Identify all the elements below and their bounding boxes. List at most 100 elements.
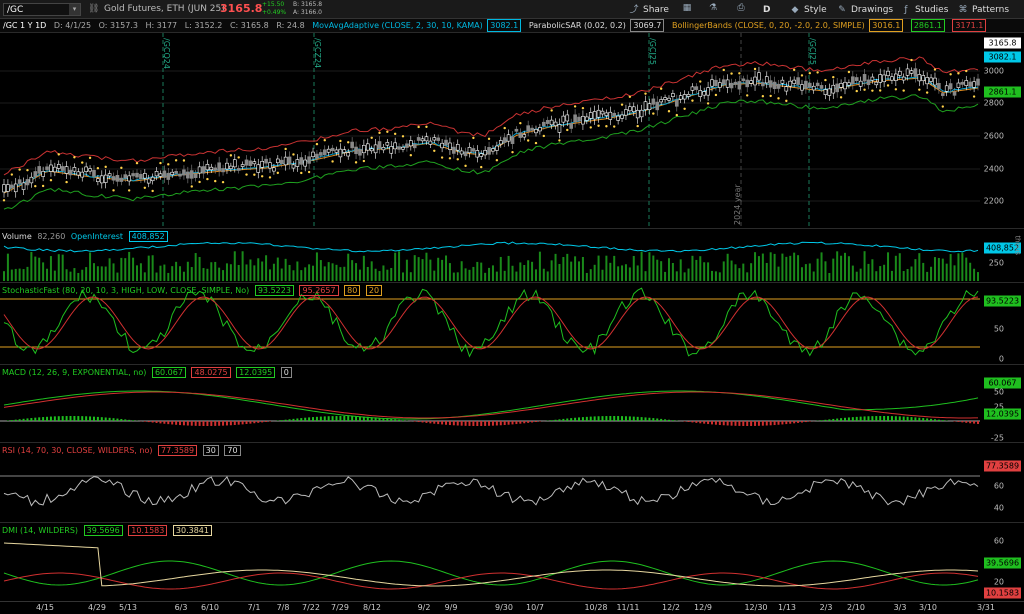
psar-study-label[interactable]: ParabolicSAR (0.02, 0.2) <box>529 21 626 30</box>
macd-histogram-bar <box>636 416 639 421</box>
rsi-pane[interactable]: RSI (14, 70, 30, CLOSE, WILDERS, no) 77.… <box>0 442 1024 522</box>
style-button[interactable]: ◆ Style <box>789 2 827 17</box>
volume-bar <box>128 251 131 281</box>
date-tick: 9/9 <box>444 603 458 612</box>
volume-bar <box>840 255 843 281</box>
macd-histogram-bar <box>918 417 921 421</box>
studies-button[interactable]: ƒ Studies <box>900 2 948 17</box>
parabolic-sar-dot <box>292 153 295 156</box>
volume-bar <box>601 269 604 281</box>
macd-histogram-bar <box>527 421 530 423</box>
macd-label[interactable]: MACD (12, 26, 9, EXPONENTIAL, no) <box>2 368 146 377</box>
parabolic-sar-dot <box>777 97 780 100</box>
macd-histogram-bar <box>120 418 123 421</box>
candle-body <box>412 143 417 149</box>
flask-icon[interactable]: ⚗ <box>707 2 719 14</box>
price-pane[interactable]: 3000 2800 2600 2400 2200 3165.8 3082.1 2… <box>0 32 1024 229</box>
stochastic-legend: StochasticFast (80, 20, 10, 3, HIGH, LOW… <box>2 285 385 296</box>
macd-signal-line <box>3 391 978 419</box>
macd-pane[interactable]: MACD (12, 26, 9, EXPONENTIAL, no) 60.067… <box>0 364 1024 443</box>
patterns-button[interactable]: ⌘ Patterns <box>957 2 1010 17</box>
macd-histogram-bar <box>253 421 256 424</box>
candle-body <box>788 80 793 87</box>
share-button[interactable]: ⤴ Share <box>628 2 669 17</box>
candle-body <box>757 72 761 81</box>
macd-histogram-bar <box>257 421 260 423</box>
parabolic-sar-dot <box>659 87 663 90</box>
candle-body <box>436 137 440 141</box>
parabolic-sar-dot <box>738 72 741 75</box>
net-change: +15.50 <box>262 1 285 8</box>
last-price-badge: 3165.8 <box>984 37 1021 49</box>
time-axis[interactable]: 4/15 4/29 5/13 6/3 6/10 7/1 7/8 7/22 7/29 8/12 9/2… <box>0 601 1024 614</box>
volume-bar <box>605 255 608 281</box>
volume-bar <box>648 252 651 281</box>
parabolic-sar-dot <box>73 156 76 159</box>
macd-histogram-bar <box>456 421 459 426</box>
macd-histogram-bar <box>319 416 322 421</box>
candle-body <box>714 79 718 87</box>
candle-body <box>682 94 687 100</box>
kama-study-label[interactable]: MovAvgAdaptive (CLOSE, 2, 30, 10, KAMA) <box>312 21 482 30</box>
stochastic-label[interactable]: StochasticFast (80, 20, 10, 3, HIGH, LOW… <box>2 286 249 295</box>
period-button[interactable]: D <box>763 2 770 17</box>
macd-histogram-bar <box>687 421 690 422</box>
calendar-icon[interactable]: ▦ <box>681 2 693 14</box>
volume-bar <box>38 257 41 281</box>
volume-pane[interactable]: Volume 82,260 OpenInterest 408,852 250 4… <box>0 228 1024 282</box>
candle-body <box>381 146 386 151</box>
candle-body <box>467 147 472 154</box>
symbol-input[interactable]: /GC <box>4 5 69 15</box>
macd-histogram-bar <box>828 419 831 421</box>
candle-body <box>80 171 85 178</box>
volume-bar <box>401 272 404 281</box>
macd-histogram-bar <box>491 421 494 426</box>
macd-histogram-bar <box>922 418 925 421</box>
parabolic-sar-dot <box>597 124 600 127</box>
candle-body <box>886 70 890 76</box>
dmi-pane[interactable]: DMI (14, WILDERS) 39.5696 10.1583 30.384… <box>0 522 1024 601</box>
volume-bar <box>812 271 815 281</box>
volume-bar <box>425 252 428 281</box>
candle-body <box>976 78 980 86</box>
volume-bar <box>656 259 659 281</box>
volume-bar <box>186 261 189 281</box>
candle-body <box>811 85 816 91</box>
candle-body <box>276 158 280 164</box>
macd-histogram-bar <box>714 421 717 425</box>
dmi-label[interactable]: DMI (14, WILDERS) <box>2 526 78 535</box>
candle-body <box>143 173 147 179</box>
rsi-badge: 77.3589 <box>984 460 1021 472</box>
macd-histogram-bar <box>10 420 13 421</box>
volume-bar <box>754 252 757 281</box>
volume-bar <box>628 267 631 281</box>
volume-bar <box>632 255 635 281</box>
macd-histogram-bar <box>820 420 823 421</box>
volume-bar <box>237 264 240 281</box>
macd-histogram-bar <box>933 419 936 421</box>
link-icon[interactable]: ⛓ <box>88 4 99 14</box>
rsi-label[interactable]: RSI (14, 70, 30, CLOSE, WILDERS, no) <box>2 446 152 455</box>
open-interest-label[interactable]: OpenInterest <box>71 232 123 241</box>
volume-bar <box>355 263 358 281</box>
candle-body <box>186 171 190 179</box>
bollinger-study-label[interactable]: BollingerBands (CLOSE, 0, 20, -2.0, 2.0,… <box>672 21 865 30</box>
drawings-button[interactable]: ✎ Drawings <box>836 2 893 17</box>
print-icon[interactable]: ⎙ <box>735 2 747 14</box>
parabolic-sar-dot <box>440 156 444 159</box>
dmi-tick-60: 60 <box>993 536 1004 546</box>
symbol-selector[interactable]: /GC ▾ <box>3 3 81 16</box>
dmi-minus-line <box>3 572 979 590</box>
volume-unit-label: thous <box>1014 235 1022 255</box>
volume-bar <box>85 267 88 281</box>
price-chart-svg[interactable] <box>0 33 1024 229</box>
volume-label[interactable]: Volume <box>2 232 32 241</box>
candle-body <box>307 156 311 164</box>
stochastic-pane[interactable]: StochasticFast (80, 20, 10, 3, HIGH, LOW… <box>0 282 1024 364</box>
volume-bar <box>926 271 929 281</box>
date-tick: 8/12 <box>363 603 381 612</box>
parabolic-sar-dot <box>558 139 561 142</box>
macd-histogram-bar <box>859 416 862 421</box>
chevron-down-icon[interactable]: ▾ <box>69 4 80 15</box>
volume-bar <box>42 262 45 281</box>
